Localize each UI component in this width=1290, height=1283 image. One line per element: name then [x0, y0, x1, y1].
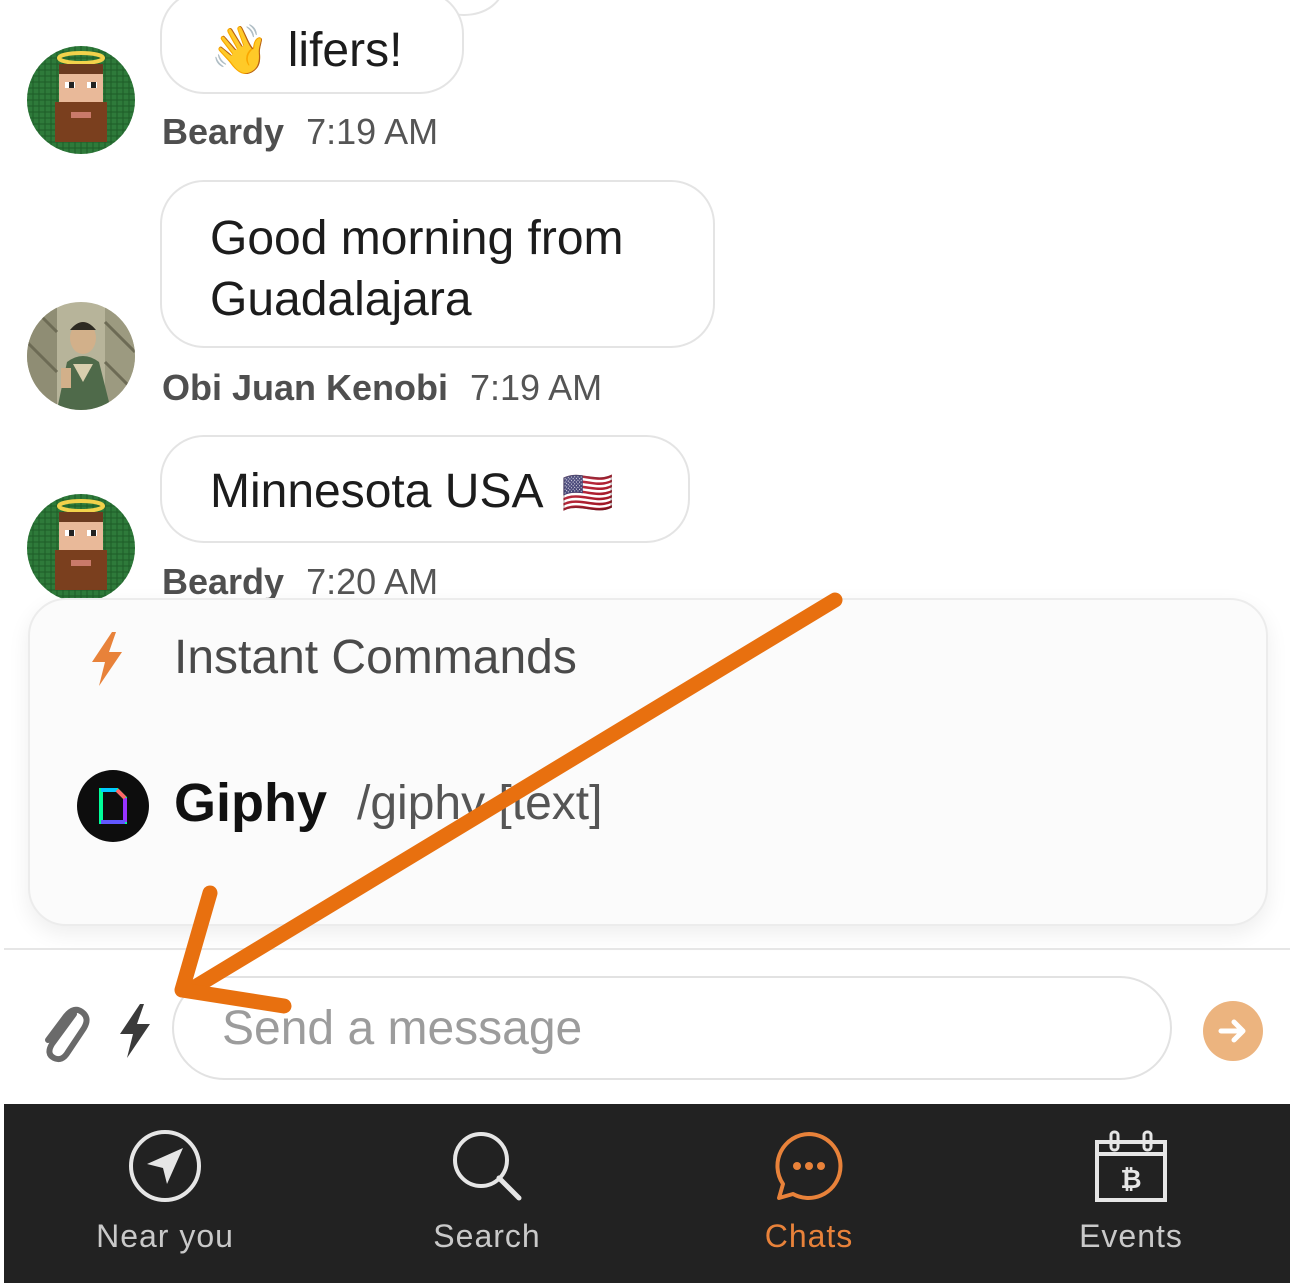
avatar-obi-juan-kenobi[interactable]: [27, 302, 135, 410]
wave-emoji: 👋: [210, 24, 270, 77]
chat-bubble-icon: [771, 1128, 847, 1209]
message-time: 7:20 AM: [306, 561, 439, 600]
paperclip-icon[interactable]: [38, 1000, 90, 1069]
message-author[interactable]: Beardy: [162, 561, 284, 600]
command-name: Giphy: [174, 773, 328, 833]
message-text-line: Guadalajara: [210, 273, 472, 326]
message-bubble[interactable]: 👋 lifers!: [160, 0, 464, 94]
message-bubble[interactable]: Minnesota USA 🇺🇸: [160, 435, 690, 543]
command-args: /giphy [text]: [357, 777, 603, 830]
message-text: Minnesota USA: [210, 465, 544, 518]
message-meta: Obi Juan Kenobi 7:19 AM: [162, 367, 602, 409]
tab-label: Search: [433, 1218, 541, 1254]
navigation-icon: [127, 1128, 203, 1209]
message-text-line: Good morning from: [210, 212, 624, 265]
us-flag-emoji: 🇺🇸: [561, 469, 614, 516]
instant-commands-panel: Instant Commands Giphy /giphy [text]: [28, 598, 1268, 926]
chat-messages: 👋 lifers! Beardy 7:19 AM Good morning from…: [0, 0, 1290, 600]
message-author[interactable]: Beardy: [162, 111, 284, 152]
tab-near-you[interactable]: Near you: [4, 1104, 326, 1283]
message-time: 7:19 AM: [306, 111, 439, 152]
message-input[interactable]: [220, 992, 1124, 1064]
message-time: 7:19 AM: [470, 367, 603, 408]
tab-label: Near you: [96, 1218, 234, 1254]
lightning-icon[interactable]: [118, 1004, 152, 1063]
message-author[interactable]: Obi Juan Kenobi: [162, 367, 448, 408]
instant-commands-header: Instant Commands: [30, 620, 1266, 700]
message-meta: Beardy 7:20 AM: [162, 561, 438, 600]
tab-chats[interactable]: Chats: [648, 1104, 970, 1283]
tab-label: Events: [1079, 1218, 1183, 1254]
tab-label: Chats: [764, 1218, 854, 1254]
lightning-icon: [90, 632, 124, 691]
message-text: lifers!: [287, 24, 403, 77]
giphy-logo-icon: [77, 770, 149, 842]
message-meta: Beardy 7:19 AM: [162, 111, 438, 153]
tab-search[interactable]: Search: [326, 1104, 648, 1283]
tab-events[interactable]: ₿ Events: [970, 1104, 1290, 1283]
command-item-giphy[interactable]: Giphy /giphy [text]: [30, 750, 1266, 860]
send-button[interactable]: [1203, 1001, 1263, 1061]
avatar-beardy[interactable]: [27, 494, 135, 600]
message-bubble[interactable]: Good morning from Guadalajara: [160, 180, 715, 348]
message-composer: [0, 960, 1290, 1104]
message-input-container: [172, 976, 1172, 1080]
bottom-tab-bar: Near you Search Chats ₿ Events: [4, 1104, 1290, 1283]
search-icon: [449, 1128, 525, 1209]
avatar-beardy[interactable]: [27, 46, 135, 154]
instant-commands-title: Instant Commands: [174, 631, 577, 684]
calendar-bitcoin-icon: ₿: [1093, 1128, 1169, 1209]
composer-divider: [4, 948, 1290, 950]
svg-text:₿: ₿: [1120, 1165, 1141, 1195]
